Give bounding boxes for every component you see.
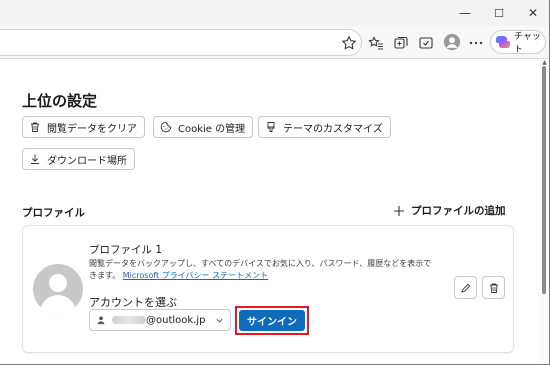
signin-button[interactable]: サインイン: [239, 310, 305, 331]
add-profile-button[interactable]: プロファイルの追加: [393, 203, 506, 218]
chat-button[interactable]: チャット: [490, 30, 546, 55]
browser-toolbar: チャット: [0, 26, 549, 59]
chip-label: テーマのカスタマイズ: [283, 123, 383, 135]
profile-icon[interactable]: [442, 32, 462, 52]
scroll-thumb[interactable]: [542, 66, 546, 294]
account-select[interactable]: @outlook.jp: [89, 309, 231, 331]
download-icon: [31, 154, 39, 164]
profiles-heading: プロファイル: [22, 207, 85, 219]
maximize-icon: ☐: [494, 6, 504, 20]
address-bar[interactable]: [0, 29, 362, 56]
browser-window: — ☐ ✕ チャット 上位の設定 閲覧データをクリア Cookie の管理 テー…: [0, 0, 550, 365]
add-profile-label: プロファイルの追加: [411, 205, 506, 217]
copilot-icon: [495, 34, 511, 50]
clear-browsing-data-button[interactable]: 閲覧データをクリア: [22, 116, 145, 138]
profile-card: プロファイル 1 閲覧データをバックアップし、すべてのデバイスでお気に入り、パス…: [22, 225, 514, 353]
download-location-button[interactable]: ダウンロード場所: [22, 148, 135, 170]
choose-account-label: アカウントを選ぶ: [89, 296, 177, 309]
title-bar: — ☐ ✕: [0, 0, 549, 26]
description-line1: 閲覧データをバックアップし、すべてのデバイスでお気に入り、パスワード、履歴などを…: [89, 259, 432, 268]
settings-page: 上位の設定 閲覧データをクリア Cookie の管理 テーマのカスタマイズ ダウ…: [0, 60, 540, 364]
profile-description: 閲覧データをバックアップし、すべてのデバイスでお気に入り、パスワード、履歴などを…: [89, 258, 454, 282]
avatar: [33, 264, 83, 314]
customize-theme-button[interactable]: テーマのカスタマイズ: [258, 116, 391, 138]
collections-icon[interactable]: [392, 34, 410, 52]
person-icon: [97, 316, 105, 325]
plus-icon: [394, 205, 404, 216]
section-title: 上位の設定: [22, 92, 98, 110]
vertical-scrollbar[interactable]: ▲: [540, 60, 549, 364]
delete-profile-button[interactable]: [482, 276, 505, 299]
pencil-icon: [460, 283, 470, 293]
edit-profile-button[interactable]: [454, 276, 477, 299]
avatar-head: [49, 274, 67, 292]
minimize-button[interactable]: —: [448, 2, 482, 24]
close-button[interactable]: ✕: [516, 2, 549, 24]
cookie-icon: [160, 121, 172, 133]
avatar-body: [40, 295, 76, 314]
blurred-email-user: [112, 316, 146, 324]
chevron-down-icon: [216, 318, 223, 322]
close-icon: ✕: [527, 6, 539, 20]
chip-label: ダウンロード場所: [47, 155, 127, 167]
trash-icon: [489, 283, 498, 293]
manage-cookies-button[interactable]: Cookie の管理: [153, 116, 254, 138]
account-email: @outlook.jp: [146, 314, 206, 326]
favorites-icon[interactable]: [367, 34, 385, 52]
chip-label: Cookie の管理: [178, 123, 246, 135]
profile-name: プロファイル 1: [89, 244, 163, 256]
brush-icon: [267, 122, 275, 132]
description-line2: きます。: [89, 271, 121, 280]
privacy-statement-link[interactable]: Microsoft プライバシー ステートメント: [123, 271, 268, 280]
screenshot-icon[interactable]: [417, 34, 435, 52]
maximize-button[interactable]: ☐: [482, 2, 516, 24]
minimize-icon: —: [459, 6, 471, 20]
more-icon[interactable]: [467, 34, 485, 52]
star-icon[interactable]: [340, 34, 358, 52]
chat-label: チャット: [514, 32, 541, 55]
trash-icon: [31, 122, 39, 132]
chip-label: 閲覧データをクリア: [47, 123, 137, 135]
